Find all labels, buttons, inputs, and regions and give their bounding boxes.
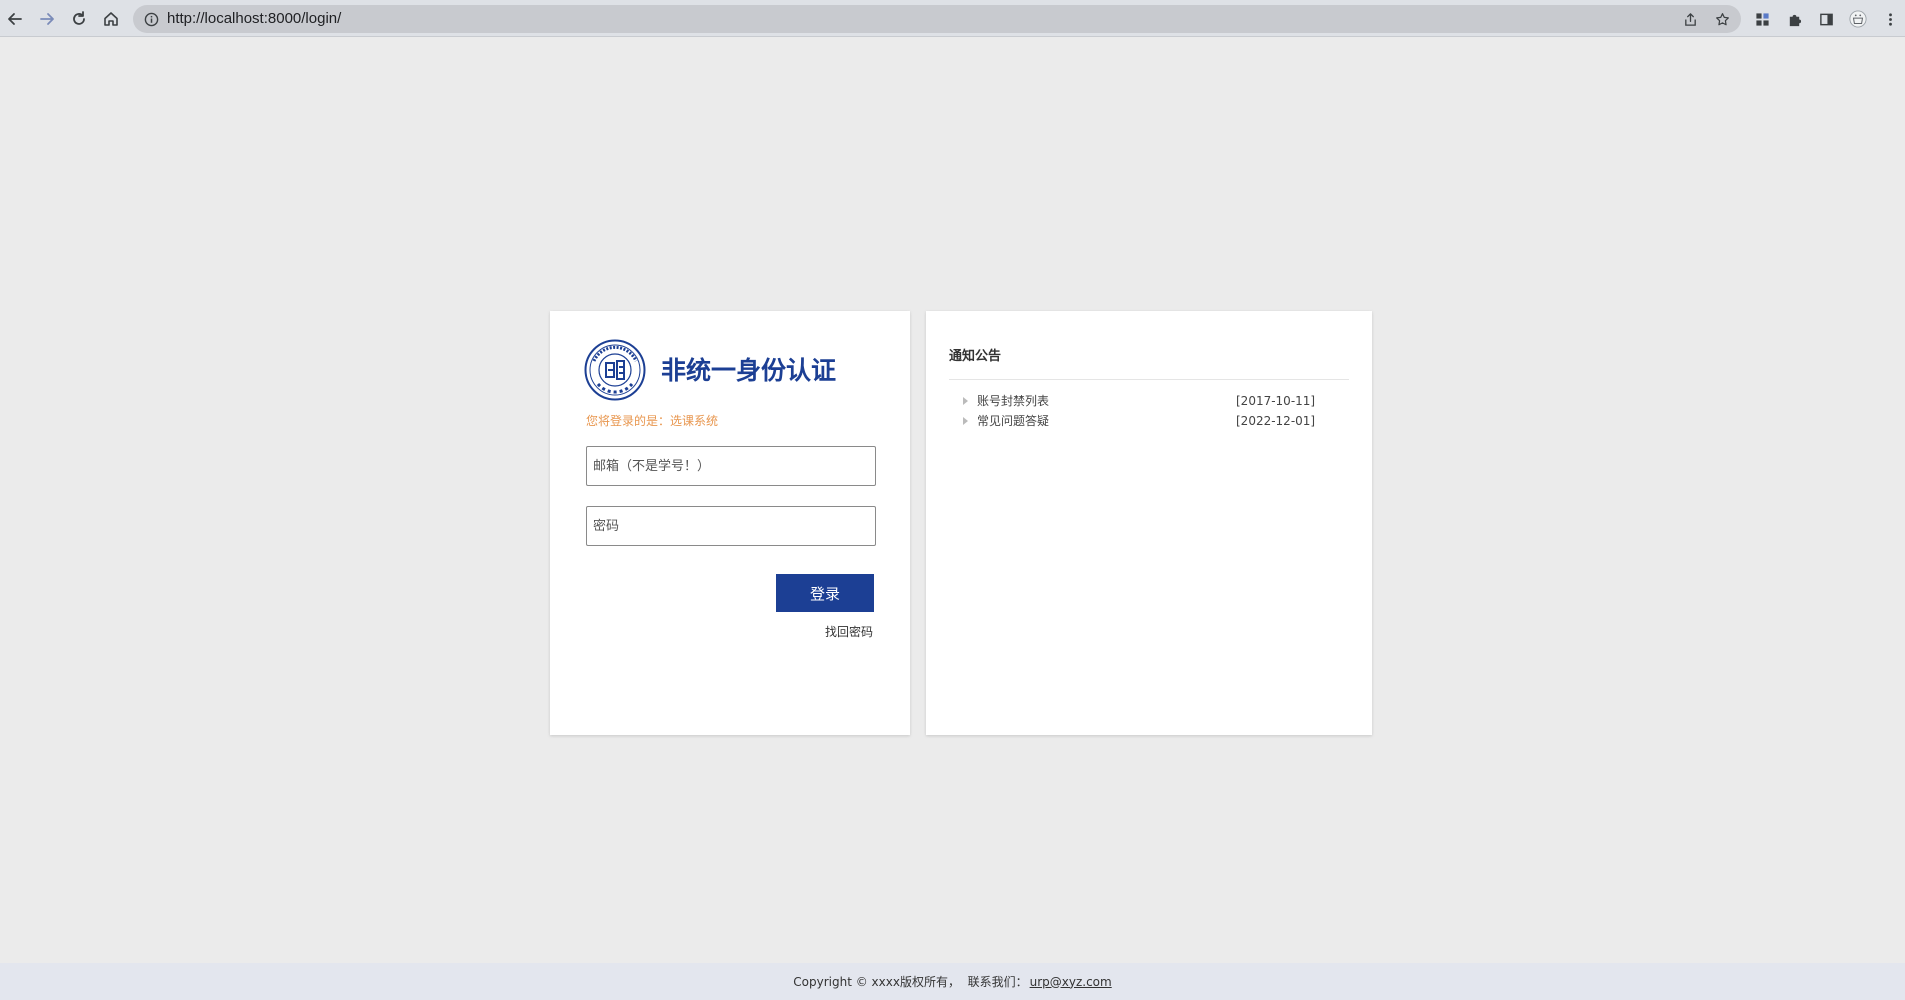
triangle-bullet-icon	[963, 397, 968, 405]
back-arrow-icon[interactable]	[3, 7, 27, 31]
notice-item[interactable]: 账号封禁列表 [2017-10-11]	[949, 391, 1349, 411]
side-panel-icon[interactable]	[1816, 9, 1836, 29]
puzzle-extension-icon[interactable]	[1784, 9, 1804, 29]
footer-copyright: Copyright © xxxx版权所有， 联系我们：	[793, 975, 1028, 989]
login-button[interactable]: 登录	[776, 574, 874, 612]
notice-list: 账号封禁列表 [2017-10-11] 常见问题答疑 [2022-12-01]	[949, 391, 1349, 431]
password-input[interactable]	[586, 506, 876, 546]
url-text[interactable]: http://localhost:8000/login/	[167, 5, 341, 33]
info-icon[interactable]	[142, 10, 160, 28]
forgot-password-link[interactable]: 找回密码	[825, 623, 873, 640]
footer: Copyright © xxxx版权所有， 联系我们： urp@xyz.com	[0, 963, 1905, 1000]
footer-email-link[interactable]: urp@xyz.com	[1030, 975, 1112, 989]
login-target-hint: 您将登录的是：选课系统	[586, 414, 719, 428]
home-icon[interactable]	[99, 7, 123, 31]
extension-grid-icon[interactable]	[1752, 9, 1772, 29]
notice-divider	[949, 379, 1349, 380]
bookmark-star-icon[interactable]	[1713, 10, 1731, 28]
notice-item-title[interactable]: 常见问题答疑	[977, 411, 1049, 431]
address-bar[interactable]: http://localhost:8000/login/	[133, 5, 1741, 33]
university-seal-logo	[584, 339, 646, 401]
notice-item-date: [2022-12-01]	[1236, 414, 1316, 428]
notice-card: 通知公告 账号封禁列表 [2017-10-11] 常见问题答疑 [2022-12…	[926, 311, 1372, 735]
share-icon[interactable]	[1681, 10, 1699, 28]
notice-item-title[interactable]: 账号封禁列表	[977, 391, 1049, 411]
email-input[interactable]	[586, 446, 876, 486]
login-title: 非统一身份认证	[661, 356, 837, 385]
forward-arrow-icon[interactable]	[35, 7, 59, 31]
notice-title: 通知公告	[949, 349, 1002, 364]
triangle-bullet-icon	[963, 417, 968, 425]
login-card: 非统一身份认证 您将登录的是：选课系统 登录 找回密码	[550, 311, 910, 735]
notice-item[interactable]: 常见问题答疑 [2022-12-01]	[949, 411, 1349, 431]
reload-icon[interactable]	[67, 7, 91, 31]
notice-item-date: [2017-10-11]	[1236, 394, 1316, 408]
more-menu-icon[interactable]	[1880, 9, 1900, 29]
browser-toolbar: http://localhost:8000/login/	[0, 0, 1905, 37]
profile-avatar-icon[interactable]	[1848, 9, 1868, 29]
